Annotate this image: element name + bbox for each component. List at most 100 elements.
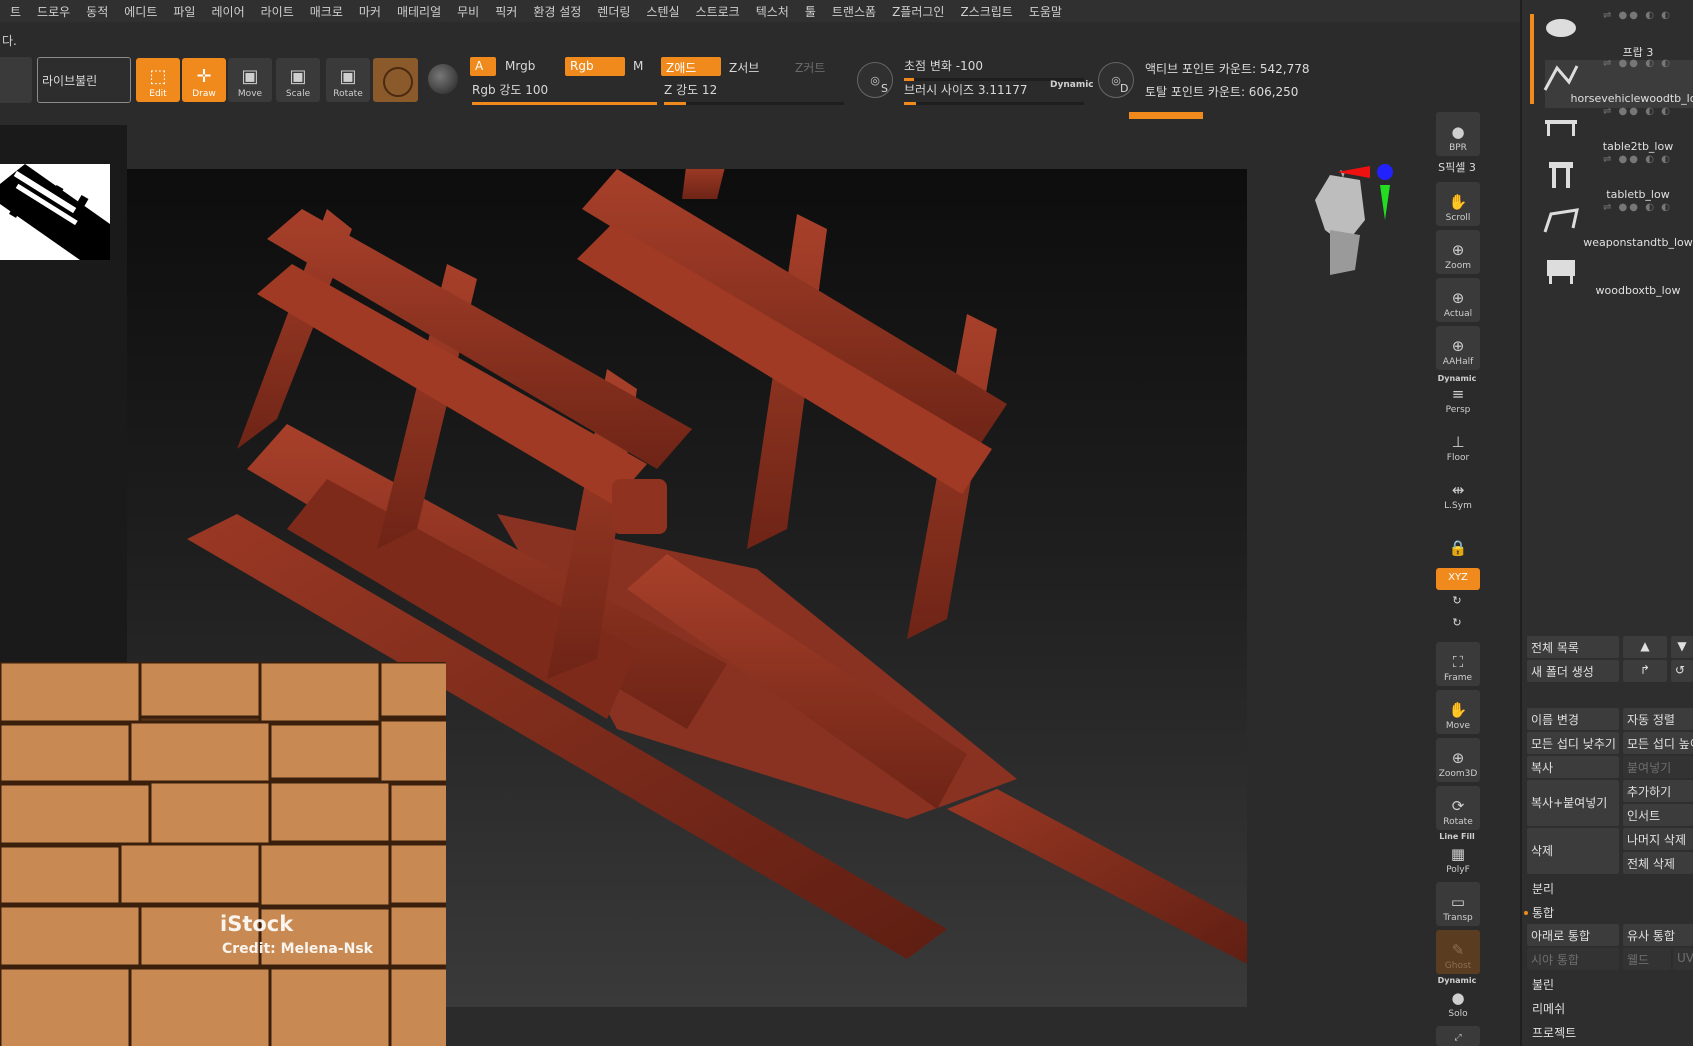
actual-button[interactable]: ⊕ Actual (1436, 278, 1480, 322)
menu-item[interactable]: 스텐실 (638, 3, 687, 20)
menu-item[interactable]: 환경 설정 (525, 3, 589, 20)
rgb-toggle[interactable]: Rgb (565, 57, 625, 76)
frame-button[interactable]: ⛶ Frame (1436, 642, 1480, 686)
delete-rest-button[interactable]: 나머지 삭제 (1623, 828, 1693, 850)
all-list-button[interactable]: 전체 목록 (1527, 636, 1619, 658)
subtool-toggles[interactable]: ⇌ ●● ◐ ◐ (1603, 202, 1672, 213)
aahalf-button[interactable]: ⊕ AAHalf (1436, 326, 1480, 370)
toolbar-left-button[interactable] (0, 57, 32, 103)
menu-item[interactable]: 레이어 (203, 3, 252, 20)
auto-sort-button[interactable]: 자동 정렬 (1623, 708, 1693, 730)
zcut-toggle[interactable]: Z커트 (790, 57, 840, 76)
rotate-button[interactable]: ▣ Rotate (326, 58, 370, 102)
menu-item[interactable]: 도움말 (1021, 3, 1070, 20)
copy-paste-button[interactable]: 복사+붙여넣기 (1527, 780, 1619, 826)
menu-item[interactable]: 라이트 (253, 3, 302, 20)
mrgb-toggle[interactable]: Mrgb (500, 57, 560, 76)
paste-button[interactable]: 붙여넣기 (1623, 756, 1693, 778)
redirect-button[interactable]: ↱ (1623, 660, 1667, 682)
material-swatch[interactable] (373, 58, 418, 102)
ghost-button[interactable]: ✎ Ghost (1436, 930, 1480, 974)
weld-button[interactable]: 웰드 (1623, 948, 1671, 970)
menu-item[interactable]: 무비 (449, 3, 487, 20)
delete-all-button[interactable]: 전체 삭제 (1623, 852, 1693, 874)
remesh-section[interactable]: 리메쉬 (1532, 1000, 1565, 1017)
zoom-button[interactable]: ⊕ Zoom (1436, 230, 1480, 274)
project-section[interactable]: 프로젝트 (1532, 1024, 1576, 1041)
subtool-toggles[interactable]: ⇌ ●● ◐ ◐ (1603, 154, 1672, 165)
merge-section[interactable]: 통합 (1532, 904, 1554, 921)
subtool-scrollbar[interactable] (1530, 14, 1534, 104)
orientation-gizmo[interactable] (1285, 160, 1405, 290)
menu-item[interactable]: Z플러그인 (884, 3, 952, 20)
menu-item[interactable]: 동적 (78, 3, 116, 20)
subtool-item[interactable]: woodboxtb_low (1543, 250, 1693, 298)
scale-button[interactable]: ▣ Scale (276, 58, 320, 102)
merge-visible-button[interactable]: 시야 통합 (1527, 948, 1619, 970)
persp-button[interactable]: ≡ Persp (1436, 374, 1480, 418)
menu-item[interactable]: 스트로크 (688, 3, 748, 20)
expand-button[interactable]: ⤢ (1436, 1026, 1480, 1046)
menu-item[interactable]: 픽커 (487, 3, 525, 20)
transp-button[interactable]: ▭ Transp (1436, 882, 1480, 926)
z-intensity-slider[interactable]: Z 강도 12 (664, 81, 844, 105)
rgb-intensity-slider[interactable]: Rgb 강도 100 (472, 81, 657, 105)
subtool-item[interactable]: ⇌ ●● ◐ ◐ horsevehiclewoodtb_low (1543, 58, 1693, 106)
solo-button[interactable]: ● Solo (1436, 978, 1480, 1022)
lock-button[interactable]: 🔒 (1436, 518, 1480, 562)
rename-button[interactable]: 이름 변경 (1527, 708, 1619, 730)
draw-button[interactable]: ✛ Draw (182, 58, 226, 102)
menu-item[interactable]: 매크로 (302, 3, 351, 20)
xyz-button[interactable]: XYZ (1436, 568, 1480, 590)
subtool-item[interactable]: ⇌ ●● ◐ ◐ weaponstandtb_low (1543, 202, 1693, 250)
subtool-item[interactable]: ⇌ ●● ◐ ◐ 프랍 3 (1543, 10, 1693, 59)
polyf-button[interactable]: ▦ PolyF (1436, 834, 1480, 878)
insert-button[interactable]: 인서트 (1623, 804, 1693, 826)
menu-item[interactable]: Z스크립트 (952, 3, 1020, 20)
lower-all-subdiv-button[interactable]: 모든 섭디 낮추기 (1527, 732, 1619, 754)
subtool-item[interactable]: ⇌ ●● ◐ ◐ table2tb_low (1543, 106, 1693, 154)
live-boolean-button[interactable]: 라이브불린 (37, 57, 131, 103)
menu-item[interactable]: 에디트 (116, 3, 165, 20)
new-folder-button[interactable]: 새 폴더 생성 (1527, 660, 1619, 682)
split-section[interactable]: 분리 (1532, 880, 1554, 897)
rotate-y-icon[interactable]: ↻ (1432, 594, 1482, 607)
copy-button[interactable]: 복사 (1527, 756, 1619, 778)
subtool-toggles[interactable]: ⇌ ●● ◐ ◐ (1603, 58, 1672, 69)
merge-similar-button[interactable]: 유사 통합 (1623, 924, 1693, 946)
menu-item[interactable]: 툴 (797, 3, 824, 20)
texture-swatch[interactable] (428, 64, 458, 94)
floor-button[interactable]: ⊥ Floor (1436, 422, 1480, 466)
merge-down-button[interactable]: 아래로 통합 (1527, 924, 1619, 946)
rotate-z-icon[interactable]: ↻ (1432, 616, 1482, 629)
menu-item[interactable]: 마커 (351, 3, 389, 20)
zsub-toggle[interactable]: Z서브 (724, 57, 784, 76)
scroll-button[interactable]: ✋ Scroll (1436, 182, 1480, 226)
lsym-button[interactable]: ⇹ L.Sym (1436, 470, 1480, 514)
move-button[interactable]: ▣ Move (228, 58, 272, 102)
move-up-button[interactable]: ▲ (1623, 636, 1667, 658)
a-toggle[interactable]: A (470, 57, 496, 76)
uv-button[interactable]: UV (1673, 948, 1693, 970)
menu-item[interactable]: 트 (2, 3, 29, 20)
move-view-button[interactable]: ✋ Move (1436, 690, 1480, 734)
focal-shift-slider[interactable]: 초점 변화 -100 (904, 57, 1084, 81)
d-button[interactable]: ◎ (1098, 62, 1134, 98)
undo-button[interactable]: ↺ (1671, 660, 1693, 682)
move-down-button[interactable]: ▼ (1671, 636, 1693, 658)
subtool-toggles[interactable]: ⇌ ●● ◐ ◐ (1603, 10, 1672, 21)
bpr-button[interactable]: ● BPR (1436, 112, 1480, 156)
subtool-item[interactable]: ⇌ ●● ◐ ◐ tabletb_low (1543, 154, 1693, 202)
m-toggle[interactable]: M (628, 57, 658, 76)
spix-label[interactable]: S픽셀 3 (1432, 159, 1482, 175)
higher-all-subdiv-button[interactable]: 모든 섭디 높이 (1623, 732, 1693, 754)
zadd-toggle[interactable]: Z애드 (661, 57, 721, 76)
menu-item[interactable]: 파일 (165, 3, 203, 20)
menu-item[interactable]: 텍스처 (748, 3, 797, 20)
boolean-section[interactable]: 불린 (1532, 976, 1554, 993)
menu-item[interactable]: 드로우 (29, 3, 78, 20)
edit-button[interactable]: ⬚ Edit (136, 58, 180, 102)
menu-item[interactable]: 렌더링 (589, 3, 638, 20)
rotate-view-button[interactable]: ⟳ Rotate (1436, 786, 1480, 830)
add-button[interactable]: 추가하기 (1623, 780, 1693, 802)
